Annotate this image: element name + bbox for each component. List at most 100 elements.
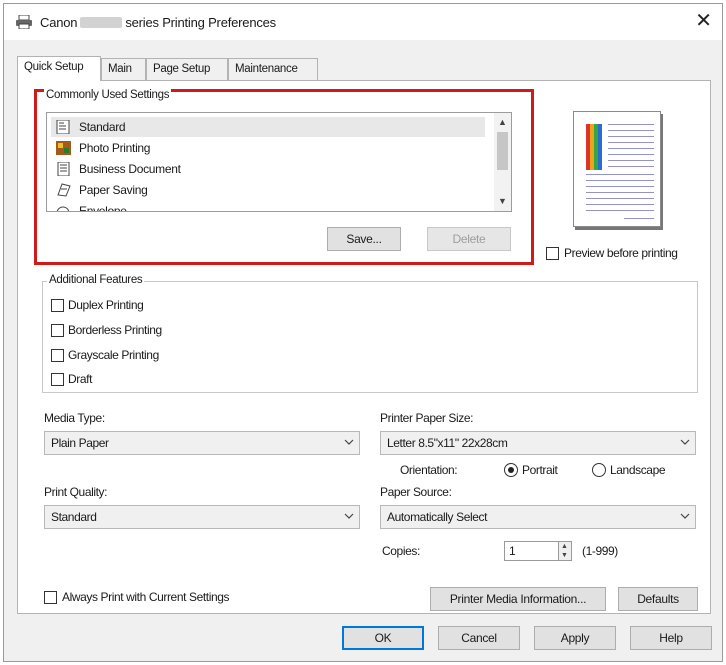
scroll-up-icon[interactable]: ▲ — [494, 114, 511, 131]
copies-spinner[interactable]: ▲ ▼ — [558, 541, 572, 561]
commonly-used-settings-group: Commonly Used Settings Standard Photo Pr… — [34, 89, 534, 265]
media-type-select[interactable]: Plain Paper — [44, 431, 360, 455]
spin-up-icon[interactable]: ▲ — [561, 543, 568, 551]
paper-source-select[interactable]: Automatically Select — [380, 505, 696, 529]
save-button[interactable]: Save... — [327, 227, 401, 251]
borderless-printing-label: Borderless Printing — [68, 323, 162, 337]
cancel-button[interactable]: Cancel — [438, 626, 520, 650]
tab-page-setup[interactable]: Page Setup — [146, 58, 228, 80]
help-button[interactable]: Help — [630, 626, 712, 650]
tab-quick-setup[interactable]: Quick Setup — [17, 56, 101, 81]
envelope-icon — [56, 206, 70, 211]
redacted-model-name — [80, 17, 123, 28]
tab-main[interactable]: Main — [101, 58, 146, 80]
landscape-label: Landscape — [610, 463, 666, 477]
duplex-printing-checkbox[interactable] — [51, 299, 64, 312]
list-item-envelope[interactable]: Envelope — [51, 201, 485, 212]
grayscale-printing-label: Grayscale Printing — [68, 348, 159, 362]
printer-icon — [16, 15, 32, 29]
list-item-paper-saving[interactable]: Paper Saving — [51, 180, 485, 200]
list-item-label: Envelope — [79, 204, 127, 212]
window-title-suffix: series Printing Preferences — [125, 15, 276, 30]
preview-text-line — [608, 148, 654, 149]
chevron-down-icon — [680, 513, 690, 519]
defaults-button[interactable]: Defaults — [618, 587, 698, 611]
document-icon — [57, 162, 70, 176]
preview-color-bar — [598, 124, 602, 170]
preview-text-line — [608, 166, 654, 167]
list-item-label: Photo Printing — [79, 141, 151, 155]
orientation-label: Orientation: — [400, 463, 458, 477]
landscape-radio[interactable] — [592, 463, 606, 477]
duplex-printing-label: Duplex Printing — [68, 298, 144, 312]
print-quality-label: Print Quality: — [44, 485, 108, 499]
apply-button[interactable]: Apply — [534, 626, 616, 650]
draft-checkbox[interactable] — [51, 373, 64, 386]
print-quality-select[interactable]: Standard — [44, 505, 360, 529]
preview-before-printing-checkbox[interactable] — [546, 247, 559, 260]
additional-features-label: Additional Features — [47, 274, 145, 286]
commonly-used-settings-label: Commonly Used Settings — [44, 89, 172, 101]
photo-icon — [56, 141, 71, 155]
ok-button[interactable]: OK — [342, 626, 424, 650]
preview-before-printing-label: Preview before printing — [564, 246, 678, 260]
printing-preferences-window: Canon series Printing Preferences ✕ Quick… — [3, 3, 723, 662]
preview-text-line — [624, 218, 654, 219]
list-item-photo-printing[interactable]: Photo Printing — [51, 138, 485, 158]
list-item-business-document[interactable]: Business Document — [51, 159, 485, 179]
media-type-value: Plain Paper — [51, 436, 109, 450]
list-item-label: Business Document — [79, 162, 181, 176]
grayscale-printing-checkbox[interactable] — [51, 349, 64, 362]
preview-text-line — [608, 142, 654, 143]
always-print-checkbox[interactable] — [44, 591, 57, 604]
copies-label: Copies: — [382, 544, 420, 558]
preview-text-line — [608, 154, 654, 155]
preview-text-line — [608, 136, 654, 137]
paper-source-value: Automatically Select — [387, 510, 488, 524]
printer-paper-size-label: Printer Paper Size: — [380, 411, 474, 425]
printer-media-information-button[interactable]: Printer Media Information... — [430, 587, 606, 611]
printer-paper-size-value: Letter 8.5"x11" 22x28cm — [387, 436, 508, 450]
draft-label: Draft — [68, 372, 93, 386]
preview-text-line — [586, 192, 654, 193]
quick-setup-panel: Commonly Used Settings Standard Photo Pr… — [17, 80, 711, 614]
preview-text-line — [608, 130, 654, 131]
close-button[interactable]: ✕ — [695, 10, 712, 32]
additional-features-group: Additional Features Duplex Printing Bord… — [42, 274, 698, 393]
media-type-label: Media Type: — [44, 411, 105, 425]
print-quality-value: Standard — [51, 510, 97, 524]
preview-text-line — [608, 124, 654, 125]
scroll-down-icon[interactable]: ▼ — [494, 193, 511, 210]
scroll-thumb[interactable] — [497, 132, 508, 170]
preview-text-line — [586, 174, 654, 175]
copies-range: (1-999) — [582, 544, 618, 558]
print-preview-image — [573, 111, 661, 227]
chevron-down-icon — [344, 513, 354, 519]
delete-button[interactable]: Delete — [427, 227, 511, 251]
preview-text-line — [586, 210, 654, 211]
paper-source-label: Paper Source: — [380, 485, 452, 499]
list-item-label: Standard — [79, 120, 126, 134]
spin-down-icon[interactable]: ▼ — [561, 552, 568, 560]
always-print-label: Always Print with Current Settings — [62, 590, 230, 604]
preview-text-line — [586, 186, 654, 187]
list-item-standard[interactable]: Standard — [51, 117, 485, 137]
preview-text-line — [586, 204, 654, 205]
list-item-label: Paper Saving — [79, 183, 148, 197]
commonly-used-settings-list[interactable]: Standard Photo Printing Business Documen… — [46, 112, 512, 212]
borderless-printing-checkbox[interactable] — [51, 324, 64, 337]
window-title: Canon series Printing Preferences — [40, 15, 276, 30]
copies-input[interactable]: 1 — [504, 541, 559, 561]
printer-paper-size-select[interactable]: Letter 8.5"x11" 22x28cm — [380, 431, 696, 455]
paper-saving-icon — [57, 183, 71, 197]
preview-text-line — [586, 180, 654, 181]
preview-text-line — [608, 160, 654, 161]
window-title-prefix: Canon — [40, 15, 78, 30]
list-scrollbar[interactable]: ▲ ▼ — [494, 113, 511, 211]
tab-maintenance[interactable]: Maintenance — [228, 58, 318, 80]
title-bar: Canon series Printing Preferences ✕ — [4, 4, 722, 40]
chevron-down-icon — [344, 439, 354, 445]
portrait-radio[interactable] — [504, 463, 518, 477]
preview-text-line — [586, 198, 654, 199]
standard-icon — [56, 120, 70, 134]
